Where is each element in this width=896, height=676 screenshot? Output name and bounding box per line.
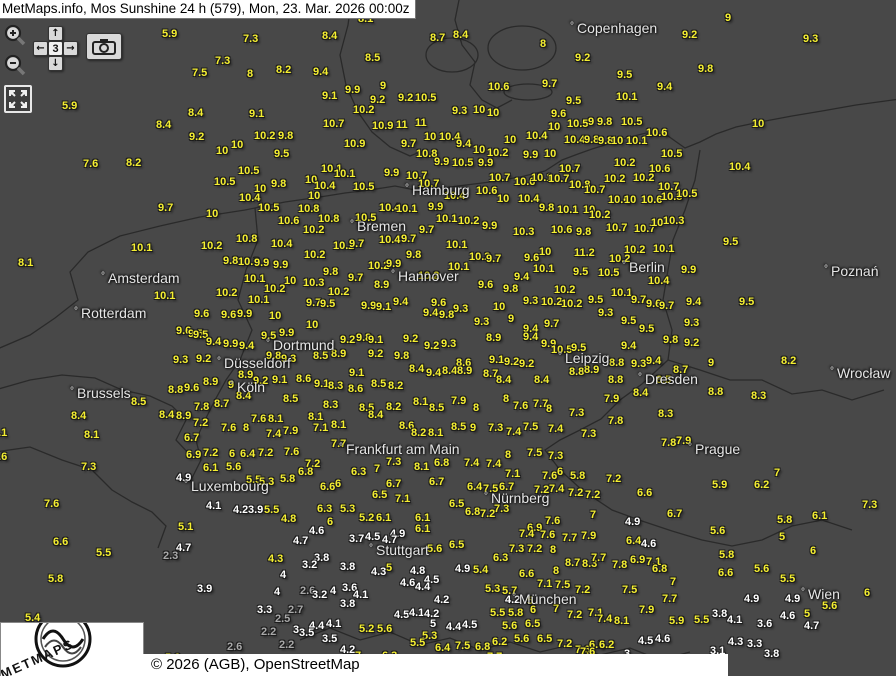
copyright-text: © 2026 (AGB), OpenStreetMap	[151, 656, 360, 673]
map-cities-layer: °Copenhagen°Amsterdam°Rotterdam°Brussels…	[0, 0, 896, 676]
city: °Frankfurt am Main	[339, 441, 460, 457]
zoom-out-button[interactable]	[3, 54, 27, 85]
city: °Nürnberg	[484, 490, 549, 506]
city: °Dresden	[638, 371, 698, 387]
city-marker-icon: °	[570, 21, 574, 32]
city-marker-icon: °	[230, 380, 234, 391]
city: °Poznań	[824, 263, 878, 279]
city-marker-icon: °	[824, 264, 828, 275]
camera-icon	[92, 38, 116, 55]
city-marker-icon: °	[101, 271, 105, 282]
city-label: Wien	[808, 586, 840, 602]
pan-right-button[interactable]: →	[63, 41, 78, 56]
city-marker-icon: °	[266, 338, 270, 349]
city: °Amsterdam	[101, 270, 180, 286]
pan-left-button[interactable]: ←	[33, 41, 48, 56]
city: °Brussels	[70, 385, 131, 401]
city: °München	[512, 591, 577, 607]
city-marker-icon: °	[622, 260, 626, 271]
zoom-level-indicator: 3	[48, 41, 63, 56]
city-label: Stuttgart	[376, 542, 429, 558]
city: °Hannover	[391, 268, 459, 284]
city-label: Nürnberg	[491, 490, 549, 506]
city-label: Copenhagen	[577, 20, 657, 36]
city: °Prague	[688, 441, 740, 457]
city-label: Amsterdam	[108, 270, 180, 286]
city: °Hamburg	[405, 182, 470, 198]
city-label: Luxembourg	[191, 478, 269, 494]
city: °Wien	[801, 586, 840, 602]
city-label: Wrocław	[837, 365, 890, 381]
metmaps-logo-icon: METMAPS	[1, 623, 143, 676]
city-marker-icon: °	[350, 219, 354, 230]
city-label: Berlin	[629, 259, 665, 275]
city-marker-icon: °	[405, 183, 409, 194]
city-marker-icon: °	[801, 587, 805, 598]
screenshot-button[interactable]	[86, 33, 122, 60]
city-label: Hannover	[398, 268, 459, 284]
city-label: Dortmund	[273, 337, 334, 353]
city-marker-icon: °	[484, 491, 488, 502]
city: °Köln	[230, 379, 265, 395]
city-label: Brussels	[77, 385, 131, 401]
magnifier-plus-icon	[3, 24, 27, 50]
copyright-bar: © 2026 (AGB), OpenStreetMap	[142, 654, 728, 676]
city-label: Leipzig	[565, 350, 609, 366]
city: °Bremen	[350, 218, 406, 234]
fullscreen-button[interactable]	[4, 85, 32, 113]
city-marker-icon: °	[70, 386, 74, 397]
city-label: Bremen	[357, 218, 406, 234]
pan-down-button[interactable]: ↓	[48, 56, 63, 71]
metmaps-logo: METMAPS	[0, 622, 144, 676]
city-label: Dresden	[645, 371, 698, 387]
city: °Rotterdam	[74, 305, 146, 321]
map-controls: ↑ ← 3 → ↓	[3, 24, 133, 119]
city-marker-icon: °	[638, 372, 642, 383]
map-canvas[interactable]: 5.97.37.37.588.28.18.48.78.489.28.59.49.…	[0, 0, 896, 676]
city-marker-icon: °	[74, 306, 78, 317]
magnifier-minus-icon	[3, 54, 27, 80]
city-label: Hamburg	[412, 182, 470, 198]
city: °Luxembourg	[184, 478, 269, 494]
title-bar: MetMaps.info, Mos Sunshine 24 h (579), M…	[0, 0, 416, 19]
city: °Copenhagen	[570, 20, 657, 36]
city-label: Köln	[237, 379, 265, 395]
city-label: Prague	[695, 441, 740, 457]
city-marker-icon: °	[830, 366, 834, 377]
city-marker-icon: °	[339, 442, 343, 453]
city: °Leipzig	[558, 350, 609, 366]
city-marker-icon: °	[369, 543, 373, 554]
zoom-in-button[interactable]	[3, 24, 27, 55]
city-label: Poznań	[831, 263, 878, 279]
pan-up-button[interactable]: ↑	[48, 26, 63, 41]
city-marker-icon: °	[688, 442, 692, 453]
city-marker-icon: °	[217, 356, 221, 367]
city-marker-icon: °	[391, 269, 395, 280]
city: °Stuttgart	[369, 542, 429, 558]
fullscreen-icon	[9, 90, 27, 108]
city-label: Rotterdam	[81, 305, 146, 321]
city-label: München	[519, 591, 577, 607]
city-label: Düsseldorf	[224, 355, 291, 371]
city: °Berlin	[622, 259, 665, 275]
city-label: Frankfurt am Main	[346, 441, 460, 457]
city-marker-icon: °	[184, 479, 188, 490]
city: °Wrocław	[830, 365, 890, 381]
city: °Düsseldorf	[217, 355, 291, 371]
city-marker-icon: °	[512, 592, 516, 603]
city: °Dortmund	[266, 337, 334, 353]
city-marker-icon: °	[558, 351, 562, 362]
metmaps-app: 5.97.37.37.588.28.18.48.78.489.28.59.49.…	[0, 0, 896, 676]
